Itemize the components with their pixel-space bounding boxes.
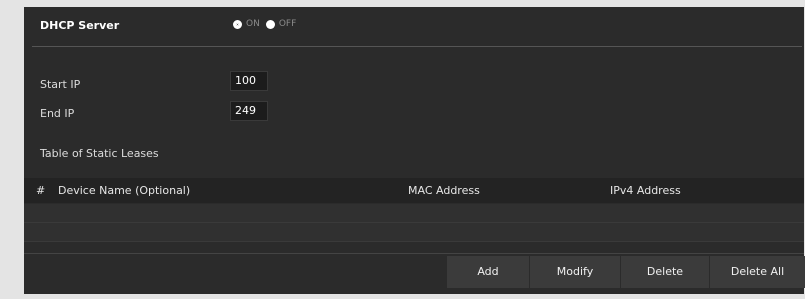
dhcp-toggle: ON OFF xyxy=(233,19,302,29)
leases-table-header: # Device Name (Optional) MAC Address IPv… xyxy=(24,178,804,203)
add-button[interactable]: Add xyxy=(446,256,529,288)
dhcp-on-option[interactable]: ON xyxy=(233,19,260,29)
radio-on-icon[interactable] xyxy=(233,19,242,29)
radio-off-icon[interactable] xyxy=(265,19,275,29)
delete-all-button[interactable]: Delete All xyxy=(709,256,805,288)
col-index: # xyxy=(36,184,46,197)
dhcp-off-option[interactable]: OFF xyxy=(265,19,297,29)
col-mac-address: MAC Address xyxy=(408,184,480,197)
table-row[interactable] xyxy=(24,223,804,242)
dhcp-panel: DHCP Server ON OFF Start IP 100 End IP 2… xyxy=(24,7,805,294)
table-row[interactable] xyxy=(24,204,804,223)
end-ip-input[interactable]: 249 xyxy=(230,101,268,121)
col-device-name: Device Name (Optional) xyxy=(58,184,191,197)
start-ip-input[interactable]: 100 xyxy=(230,71,268,91)
dhcp-server-title: DHCP Server xyxy=(40,19,120,32)
static-leases-title: Table of Static Leases xyxy=(40,147,159,160)
section-divider xyxy=(32,46,802,47)
end-ip-label: End IP xyxy=(40,107,75,120)
table-footer-divider xyxy=(24,253,804,254)
modify-button[interactable]: Modify xyxy=(529,256,620,288)
delete-button[interactable]: Delete xyxy=(620,256,709,288)
col-ipv4-address: IPv4 Address xyxy=(610,184,681,197)
start-ip-label: Start IP xyxy=(40,78,81,91)
dhcp-off-label: OFF xyxy=(278,19,297,29)
dhcp-on-label: ON xyxy=(246,19,260,29)
